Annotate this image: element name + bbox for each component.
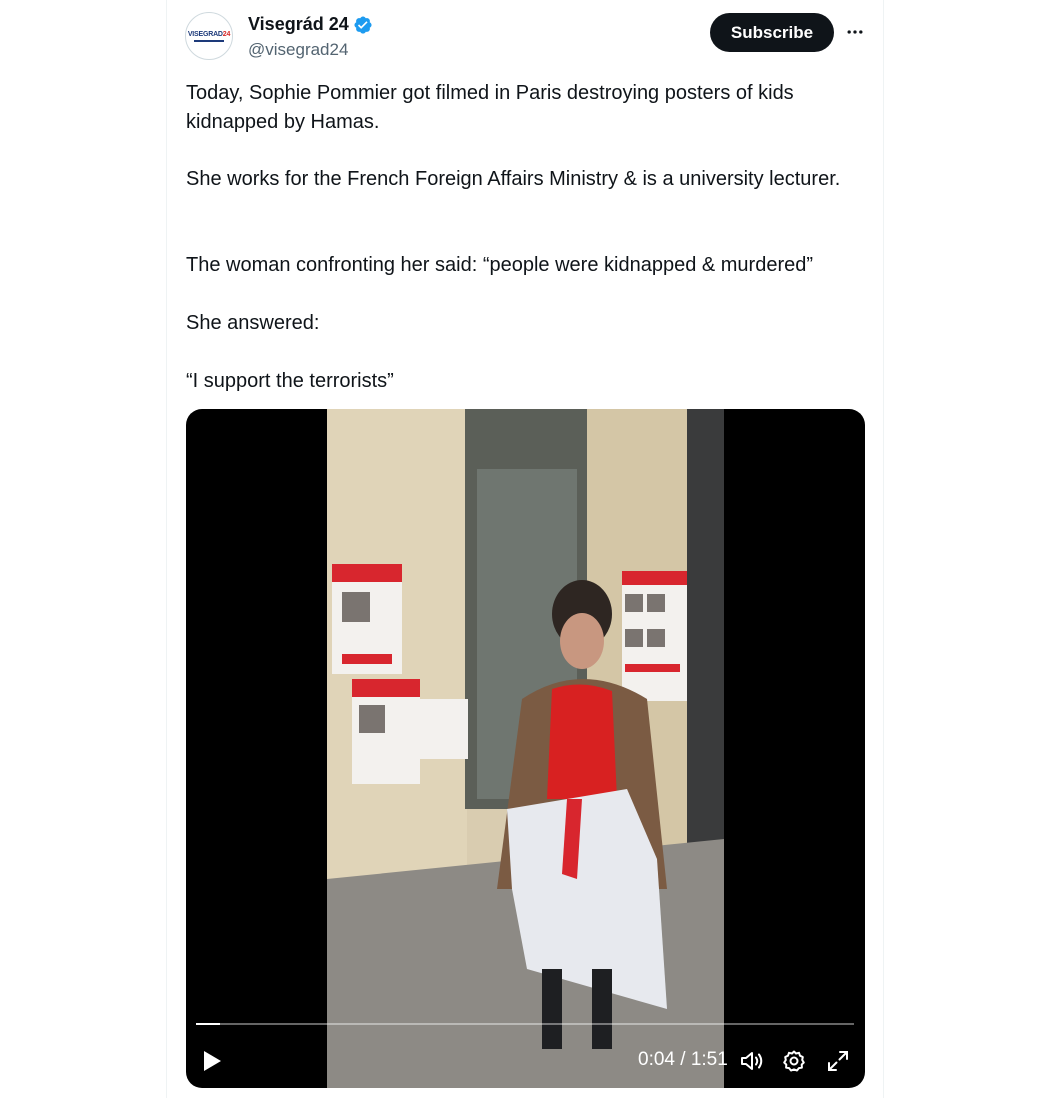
tweet-paragraph: “I support the terrorists” (186, 370, 394, 392)
avatar-logo-bar (194, 39, 224, 42)
tweet-paragraph: She works for the French Foreign Affairs… (186, 168, 841, 190)
fullscreen-icon[interactable] (824, 1046, 852, 1076)
tweet-paragraph: She answered: (186, 312, 320, 334)
tweet-paragraph: The woman confronting her said: “people … (186, 254, 814, 276)
more-horizontal-icon[interactable] (843, 20, 867, 44)
avatar[interactable]: VISEGRAD24 (185, 12, 233, 60)
avatar-logo-text: VISEGRAD24 (187, 30, 231, 38)
video-time-display: 0:04 / 1:51 (638, 1049, 728, 1070)
settings-icon[interactable] (780, 1046, 808, 1076)
video-progress-fill (196, 1023, 220, 1025)
video-progress-bar[interactable] (196, 1023, 854, 1025)
volume-icon[interactable] (738, 1046, 766, 1076)
video-frame (327, 409, 724, 1088)
author-name[interactable]: Visegrád 24 (248, 14, 373, 35)
verified-badge-icon (354, 15, 372, 34)
tweet-card: VISEGRAD24 Visegrád 24 @visegrad24 Subsc… (166, 0, 884, 1098)
tweet-paragraph: Today, Sophie Pommier got filmed in Pari… (186, 82, 794, 133)
author-name-text: Visegrád 24 (248, 14, 349, 34)
subscribe-button[interactable]: Subscribe (710, 13, 834, 52)
author-handle[interactable]: @visegrad24 (248, 40, 348, 60)
video-player[interactable]: 0:04 / 1:51 (186, 409, 865, 1088)
play-icon[interactable] (200, 1046, 224, 1076)
